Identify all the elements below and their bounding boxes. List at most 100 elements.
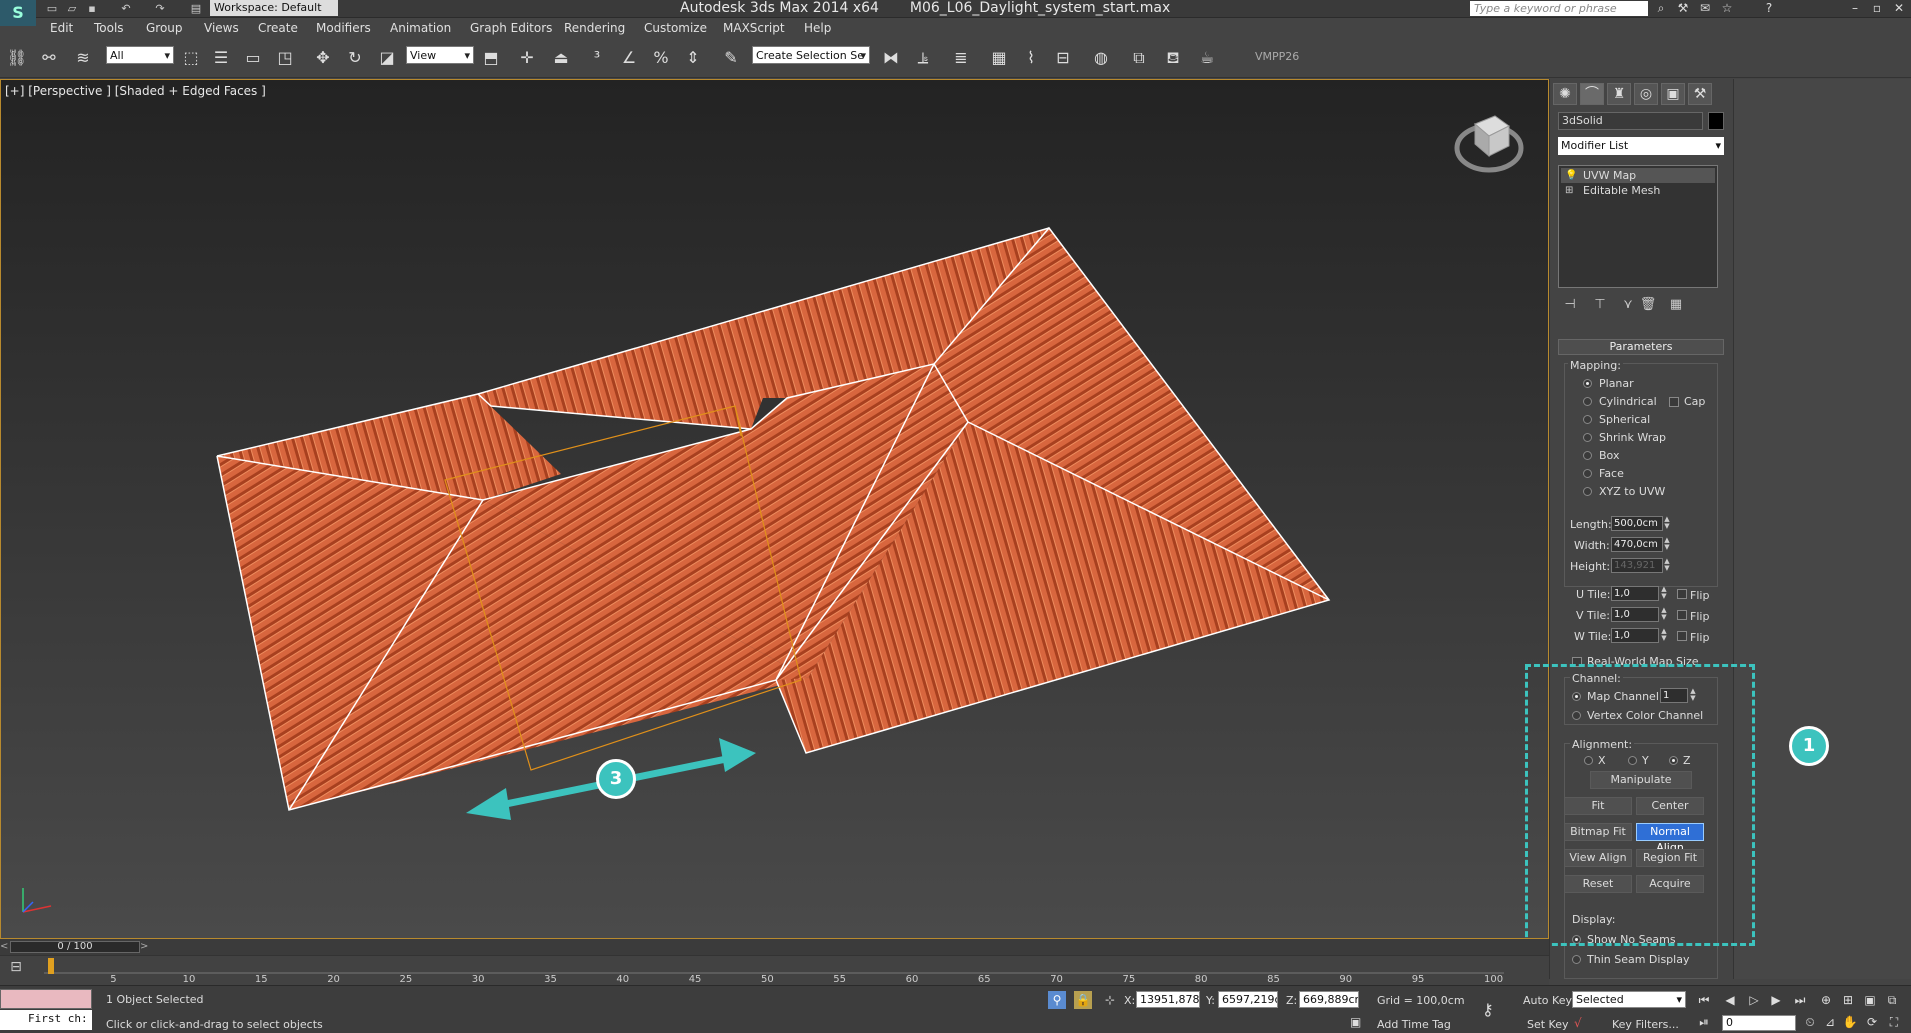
radio-spherical[interactable]: [1583, 415, 1592, 424]
configure-modifier-sets-icon[interactable]: ▦: [1666, 295, 1686, 315]
set-key-key-icon[interactable]: ⚷: [1482, 1000, 1512, 1020]
menu-edit[interactable]: Edit: [50, 21, 73, 35]
spinner-arrows-icon[interactable]: ▲ ▼: [1663, 516, 1671, 531]
bind-space-warp-icon[interactable]: ≋: [70, 46, 96, 70]
redo-icon[interactable]: ↷: [152, 1, 168, 16]
width-spinner[interactable]: 470,0cm: [1611, 537, 1663, 552]
minimize-icon[interactable]: –: [1846, 1, 1864, 16]
maximize-icon[interactable]: ▫: [1868, 1, 1886, 16]
play-icon[interactable]: ▷: [1744, 991, 1764, 1009]
z-coordinate-field[interactable]: 669,889cm: [1299, 991, 1359, 1008]
viewport-label[interactable]: [+] [Perspective ] [Shaded + Edged Faces…: [5, 84, 266, 98]
open-mini-curve-editor-icon[interactable]: ⊟: [4, 959, 28, 981]
key-mode-toggle-icon[interactable]: ⏯: [1694, 1013, 1714, 1031]
v-tile-spinner[interactable]: 1,0: [1611, 607, 1659, 622]
next-frame-icon[interactable]: ▶: [1766, 991, 1786, 1009]
material-editor-icon[interactable]: ◍: [1088, 46, 1114, 70]
remove-modifier-icon[interactable]: 🗑: [1638, 295, 1658, 315]
stack-item-editable-mesh[interactable]: ⊞ Editable Mesh: [1561, 183, 1715, 198]
track-bar[interactable]: ⊟ 5 10 15 20 25 30 35 40 45 50 55 60 65 70 75 80 85 90 95 1…: [0, 955, 1549, 985]
edit-named-selection-icon[interactable]: ✎: [718, 46, 744, 70]
zoom-icon[interactable]: ⊕: [1816, 991, 1836, 1009]
pin-stack-icon[interactable]: ⊣: [1560, 295, 1580, 315]
w-tile-spinner[interactable]: 1,0: [1611, 628, 1659, 643]
key-curve-icon[interactable]: √: [1574, 1016, 1594, 1032]
menu-create[interactable]: Create: [258, 21, 298, 35]
go-to-start-icon[interactable]: ⏮: [1694, 991, 1714, 1009]
render-setup-icon[interactable]: ⧉: [1126, 46, 1152, 70]
help-icon[interactable]: ?: [1760, 1, 1778, 16]
object-name-field[interactable]: 3dSolid: [1558, 112, 1703, 130]
unlink-icon[interactable]: ⚯: [36, 46, 62, 70]
selection-filter-dropdown[interactable]: All: [106, 46, 174, 65]
spinner-arrows-icon[interactable]: ▲ ▼: [1660, 607, 1668, 622]
time-tag-icon[interactable]: ▣: [1350, 1015, 1368, 1031]
manipulate-icon[interactable]: ✛: [514, 46, 540, 70]
pivot-center-icon[interactable]: ⬒: [478, 46, 504, 70]
subscription-icon[interactable]: ⚒: [1674, 1, 1692, 16]
tab-motion-icon[interactable]: ◎: [1634, 83, 1658, 105]
favorites-star-icon[interactable]: ☆: [1718, 1, 1736, 16]
key-mode-dropdown[interactable]: Selected: [1572, 991, 1686, 1008]
auto-key-button[interactable]: Auto Key: [1523, 994, 1572, 1007]
length-spinner[interactable]: 500,0cm: [1611, 516, 1663, 531]
selection-lock-icon[interactable]: 🔒: [1074, 991, 1092, 1009]
select-and-rotate-icon[interactable]: ↻: [342, 46, 368, 70]
select-and-link-icon[interactable]: ⛓: [4, 46, 30, 70]
absolute-mode-icon[interactable]: ⊹: [1101, 991, 1119, 1009]
select-and-scale-icon[interactable]: ◪: [374, 46, 400, 70]
maxscript-listener-top[interactable]: [0, 989, 92, 1009]
isolate-selection-icon[interactable]: ⚲: [1048, 991, 1066, 1009]
tab-utilities-icon[interactable]: ⚒: [1688, 83, 1712, 105]
angle-snap-icon[interactable]: ∠: [616, 46, 642, 70]
orbit-icon[interactable]: ⟳: [1862, 1013, 1882, 1031]
stack-item-uvw-map[interactable]: 💡 UVW Map: [1561, 168, 1715, 183]
workspace-dropdown[interactable]: Workspace: Default: [210, 0, 338, 16]
radio-shrink-wrap[interactable]: [1583, 433, 1592, 442]
time-configuration-icon[interactable]: ⏲: [1800, 1013, 1820, 1031]
reference-coordinate-dropdown[interactable]: View: [406, 46, 474, 65]
select-by-name-icon[interactable]: ☰: [208, 46, 234, 70]
cap-checkbox[interactable]: [1669, 397, 1679, 407]
current-frame-field[interactable]: 0: [1722, 1015, 1796, 1031]
parameters-rollout-header[interactable]: Parameters: [1558, 339, 1724, 355]
close-icon[interactable]: ✕: [1890, 1, 1908, 16]
key-filters-button[interactable]: Key Filters...: [1612, 1018, 1679, 1031]
save-icon[interactable]: ▪: [84, 1, 100, 16]
mirror-icon[interactable]: ⧓: [878, 46, 904, 70]
maxscript-listener-input[interactable]: First ch:: [0, 1010, 92, 1030]
spinner-arrows-icon[interactable]: ▲ ▼: [1660, 628, 1668, 643]
tab-modify-icon[interactable]: ⌒: [1580, 83, 1604, 105]
time-slider-thumb[interactable]: 0 / 100: [10, 941, 140, 953]
time-slider-next-icon[interactable]: >: [140, 941, 150, 953]
spinner-arrows-icon[interactable]: ▲ ▼: [1663, 537, 1671, 552]
current-time-marker[interactable]: [48, 958, 54, 974]
u-tile-spinner[interactable]: 1,0: [1611, 586, 1659, 601]
radio-xyz-to-uvw[interactable]: [1583, 487, 1592, 496]
named-selection-set-dropdown[interactable]: Create Selection Se: [752, 46, 870, 65]
menu-help[interactable]: Help: [804, 21, 831, 35]
tab-display-icon[interactable]: ▣: [1661, 83, 1685, 105]
select-object-icon[interactable]: ⬚: [178, 46, 204, 70]
spinner-arrows-icon[interactable]: ▲ ▼: [1660, 586, 1668, 601]
rendered-frame-window-icon[interactable]: ⛾: [1160, 46, 1186, 70]
open-file-icon[interactable]: ▱: [64, 1, 80, 16]
menu-views[interactable]: Views: [204, 21, 239, 35]
rectangular-selection-icon[interactable]: ▭: [240, 46, 266, 70]
roof-mesh[interactable]: [216, 226, 1331, 811]
app-logo-icon[interactable]: S: [0, 0, 36, 26]
radio-box[interactable]: [1583, 451, 1592, 460]
keyboard-shortcut-toggle-icon[interactable]: ⏏: [548, 46, 574, 70]
time-slider-prev-icon[interactable]: <: [0, 941, 10, 953]
keyword-search-input[interactable]: Type a keyword or phrase: [1470, 1, 1648, 16]
menu-tools[interactable]: Tools: [94, 21, 124, 35]
x-coordinate-field[interactable]: 13951,878: [1136, 991, 1200, 1008]
height-spinner[interactable]: 143,921: [1611, 558, 1663, 573]
undo-icon[interactable]: ↶: [118, 1, 134, 16]
zoom-all-icon[interactable]: ⊞: [1838, 991, 1858, 1009]
previous-frame-icon[interactable]: ◀: [1720, 991, 1740, 1009]
maximize-viewport-icon[interactable]: ⛶: [1884, 1013, 1904, 1031]
viewcube-icon[interactable]: [1453, 108, 1525, 174]
menu-graph-editors[interactable]: Graph Editors: [470, 21, 552, 35]
project-folder-icon[interactable]: ▤: [188, 1, 204, 16]
